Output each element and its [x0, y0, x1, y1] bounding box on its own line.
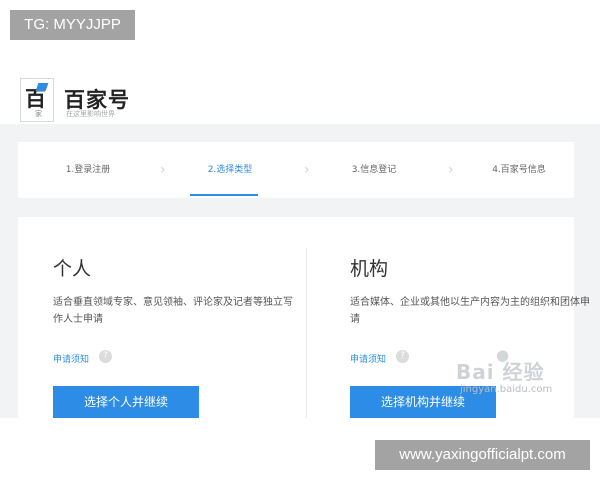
watermark-url: jingyan.baidu.com: [460, 384, 553, 395]
personal-card-title: 个人: [53, 258, 92, 280]
url-watermark: www.yaxingofficialpt.com: [375, 440, 590, 470]
chevron-right-icon: ›: [304, 162, 310, 178]
registration-steps: 1.登录注册 2.选择类型 3.信息登记 4.百家号信息: [18, 142, 574, 198]
telegram-watermark: TG: MYYJJPP: [10, 10, 135, 40]
baidu-jingyan-watermark: ● Bai 经验 jingyan.baidu.com: [456, 346, 566, 404]
personal-card-description: 适合垂直领域专家、意见领袖、评论家及记者等独立写作人士申请: [53, 297, 293, 325]
select-personal-button[interactable]: 选择个人并继续: [53, 386, 199, 418]
organization-card-description: 适合媒体、企业或其他以生产内容为主的组织和团体申请: [350, 297, 590, 325]
step-select-type: 2.选择类型: [207, 165, 253, 175]
organization-notice-link[interactable]: 申请须知: [350, 352, 386, 365]
brand-slogan: 在这里影响世界: [66, 110, 115, 118]
active-step-indicator: [190, 194, 258, 196]
baijiahao-logo-icon[interactable]: 百 家: [20, 78, 54, 122]
watermark-brand: Bai 经验: [456, 360, 545, 384]
organization-card-title: 机构: [350, 258, 389, 280]
logo-cap-mark: [35, 83, 49, 91]
chevron-right-icon: ›: [448, 162, 454, 178]
logo-sub-glyph: 家: [35, 110, 42, 118]
step-account-info: 4.百家号信息: [492, 165, 546, 175]
site-header: 百 家 百家号 在这里影响世界: [0, 62, 600, 124]
step-login-register: 1.登录注册: [65, 165, 111, 175]
panel-divider: [306, 248, 307, 418]
personal-notice-link[interactable]: 申请须知: [53, 352, 89, 365]
chevron-right-icon: ›: [160, 162, 166, 178]
question-circle-icon[interactable]: ?: [99, 350, 112, 363]
step-info-registration: 3.信息登记: [351, 165, 397, 175]
question-circle-icon[interactable]: ?: [396, 350, 409, 363]
